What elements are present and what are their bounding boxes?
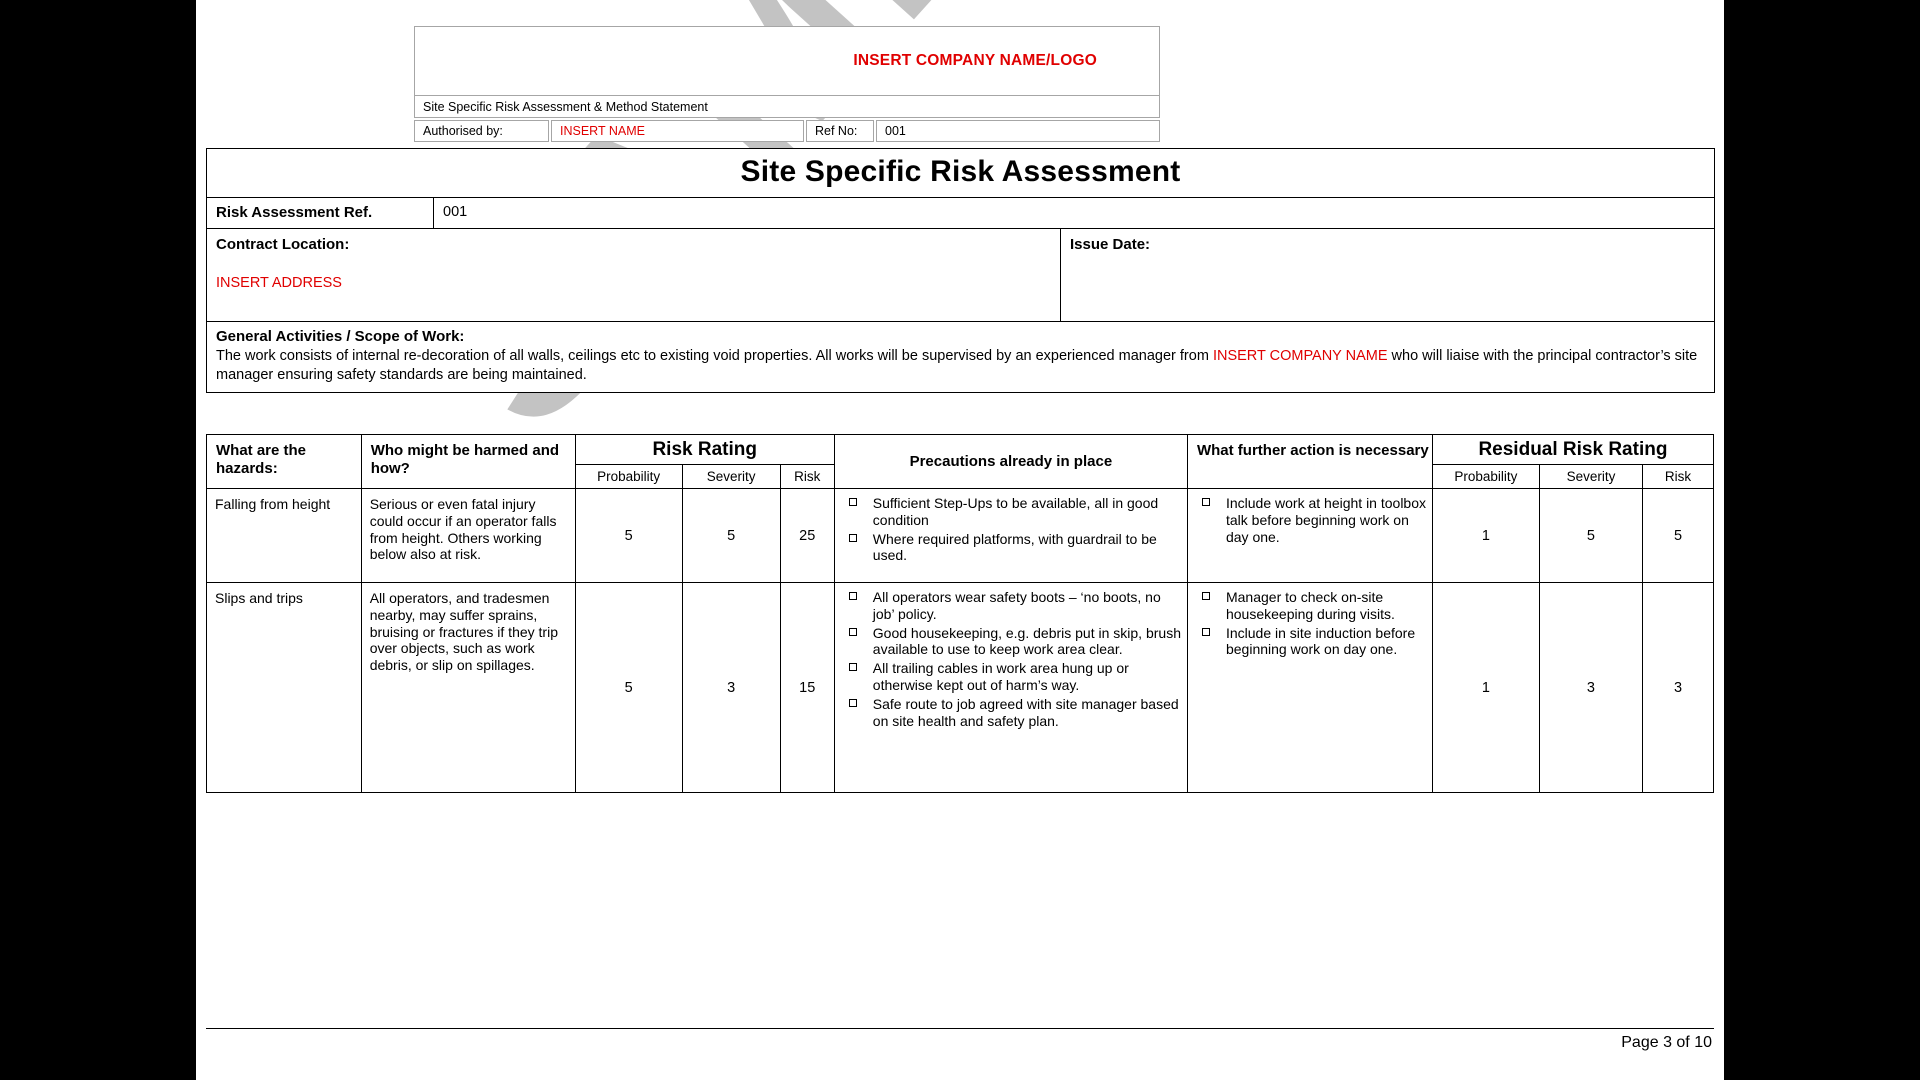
list-item: All operators wear safety boots – ‘no bo… [835,589,1183,623]
list-item-text: Include work at height in toolbox talk b… [1225,495,1426,545]
list-item-text: Good housekeeping, e.g. debris put in sk… [872,624,1181,658]
cell-precautions: All operators wear safety boots – ‘no bo… [833,582,1188,793]
risk-assessment-ref-label: Risk Assessment Ref. [206,197,434,229]
list-item-text: Sufficient Step-Ups to be available, all… [872,495,1159,528]
list-item: Manager to check on-site housekeeping du… [1188,589,1428,623]
cell-residual-risk: 5 [1642,488,1714,583]
list-item: Include work at height in toolbox talk b… [1188,495,1428,545]
cell-who-harmed: Serious or even fatal injury could occur… [360,488,576,583]
checkbox-icon[interactable] [848,498,857,506]
col-header-risk: Risk [779,464,835,489]
col-header-risk-rating: Risk Rating [574,434,835,465]
col-header-severity: Severity [681,464,781,489]
ref-no-label: Ref No: [806,120,874,142]
document-page: SAMPLE INSERT COMPANY NAME/LOGO Site Spe… [196,0,1724,1080]
scope-of-work-label: General Activities / Scope of Work: [216,328,465,345]
checkbox-icon[interactable] [848,663,857,672]
company-logo-placeholder: INSERT COMPANY NAME/LOGO [853,52,1097,69]
checkbox-icon[interactable] [848,533,857,542]
info-location-row: Contract Location: INSERT ADDRESS Issue … [206,228,1715,322]
col-header-probability: Probability [574,464,683,489]
list-item-text: Manager to check on-site housekeeping du… [1225,589,1395,622]
col-header-residual-risk: Risk [1642,464,1714,489]
page-title: Site Specific Risk Assessment [206,148,1715,198]
info-ref-row: Risk Assessment Ref. 001 [206,197,1715,229]
risk-table-header-row-1: What are the hazards: Who might be harme… [206,434,1715,489]
letterhead-meta-row: Authorised by: INSERT NAME Ref No: 001 [414,120,1160,142]
cell-further-action: Include work at height in toolbox talk b… [1186,488,1433,583]
cell-hazard: Falling from height [206,488,362,583]
list-item-text: Where required platforms, with guardrail… [872,530,1157,564]
page-number: Page 3 of 10 [1621,1034,1712,1051]
table-row: Slips and trips All operators, and trade… [206,582,1714,793]
col-header-hazards: What are the hazards: [206,434,362,489]
checkbox-icon[interactable] [1201,592,1210,600]
checkbox-icon[interactable] [1201,627,1210,636]
cell-risk: 15 [779,582,835,793]
list-item: Sufficient Step-Ups to be available, all… [835,495,1183,529]
risk-assessment-table: What are the hazards: Who might be harme… [206,434,1715,793]
cell-severity: 3 [681,582,781,793]
assessment-info-table: Site Specific Risk Assessment Risk Asses… [206,148,1715,394]
page-footer: Page 3 of 10 [206,1028,1714,1052]
cell-risk: 25 [779,488,835,583]
list-item-text: All operators wear safety boots – ‘no bo… [872,589,1161,622]
list-item-text: Include in site induction before beginni… [1225,624,1416,658]
scope-of-work-body: The work consists of internal re-decorat… [216,348,1697,383]
screen: SAMPLE INSERT COMPANY NAME/LOGO Site Spe… [0,0,1920,1080]
checkbox-icon[interactable] [848,698,857,707]
info-title-row: Site Specific Risk Assessment [206,148,1715,198]
table-row: Falling from height Serious or even fata… [206,488,1714,583]
cell-residual-risk: 3 [1642,582,1714,793]
scope-of-work-cell: General Activities / Scope of Work: The … [206,320,1715,394]
authorised-by-label: Authorised by: [414,120,549,142]
list-item: Where required platforms, with guardrail… [835,531,1183,565]
issue-date-cell: Issue Date: [1060,228,1715,322]
cell-residual-severity: 3 [1538,582,1644,793]
col-header-residual-probability: Probability [1431,464,1540,489]
precautions-list: All operators wear safety boots – ‘no bo… [835,583,1187,738]
checkbox-icon[interactable] [848,627,857,636]
cell-further-action: Manager to check on-site housekeeping du… [1186,582,1433,793]
col-header-precautions: Precautions already in place [833,434,1188,489]
checkbox-icon[interactable] [1201,498,1210,506]
list-item: Include in site induction before beginni… [1188,625,1428,659]
cell-probability: 5 [574,582,683,793]
further-action-list: Manager to check on-site housekeeping du… [1188,583,1432,667]
col-header-further-action: What further action is necessary [1186,434,1433,489]
letterhead-block: INSERT COMPANY NAME/LOGO Site Specific R… [414,26,1160,142]
cell-residual-probability: 1 [1431,488,1540,583]
cell-residual-severity: 5 [1538,488,1644,583]
list-item-text: Safe route to job agreed with site manag… [872,695,1179,729]
list-item: Good housekeeping, e.g. debris put in sk… [835,625,1183,659]
precautions-list: Sufficient Step-Ups to be available, all… [835,489,1187,573]
col-header-residual-severity: Severity [1538,464,1644,489]
further-action-list: Include work at height in toolbox talk b… [1188,489,1432,554]
info-scope-row: General Activities / Scope of Work: The … [206,320,1715,394]
col-header-residual-risk-rating: Residual Risk Rating [1431,434,1715,465]
cell-residual-probability: 1 [1431,582,1540,793]
scope-text-part1: The work consists of internal re-decorat… [216,348,1213,364]
risk-table-body: Falling from height Serious or even fata… [206,488,1714,793]
cell-precautions: Sufficient Step-Ups to be available, all… [833,488,1188,583]
list-item: All trailing cables in work area hung up… [835,660,1183,694]
col-header-who-harmed: Who might be harmed and how? [360,434,576,489]
list-item-text: All trailing cables in work area hung up… [872,660,1129,693]
cell-who-harmed: All operators, and tradesmen nearby, may… [360,582,576,793]
authorised-by-value: INSERT NAME [551,120,804,142]
contract-location-label: Contract Location: [216,236,350,253]
issue-date-label: Issue Date: [1070,236,1151,253]
ref-no-value: 001 [876,120,1160,142]
list-item: Safe route to job agreed with site manag… [835,696,1183,730]
company-logo-box: INSERT COMPANY NAME/LOGO [414,26,1160,96]
contract-location-cell: Contract Location: INSERT ADDRESS [206,228,1061,322]
contract-location-value: INSERT ADDRESS [216,275,342,291]
letterhead-subtitle: Site Specific Risk Assessment & Method S… [414,96,1160,118]
scope-company-placeholder: INSERT COMPANY NAME [1212,348,1388,364]
cell-severity: 5 [681,488,781,583]
checkbox-icon[interactable] [848,592,857,600]
cell-probability: 5 [574,488,683,583]
cell-hazard: Slips and trips [206,582,362,793]
risk-assessment-ref-value: 001 [433,197,1715,229]
